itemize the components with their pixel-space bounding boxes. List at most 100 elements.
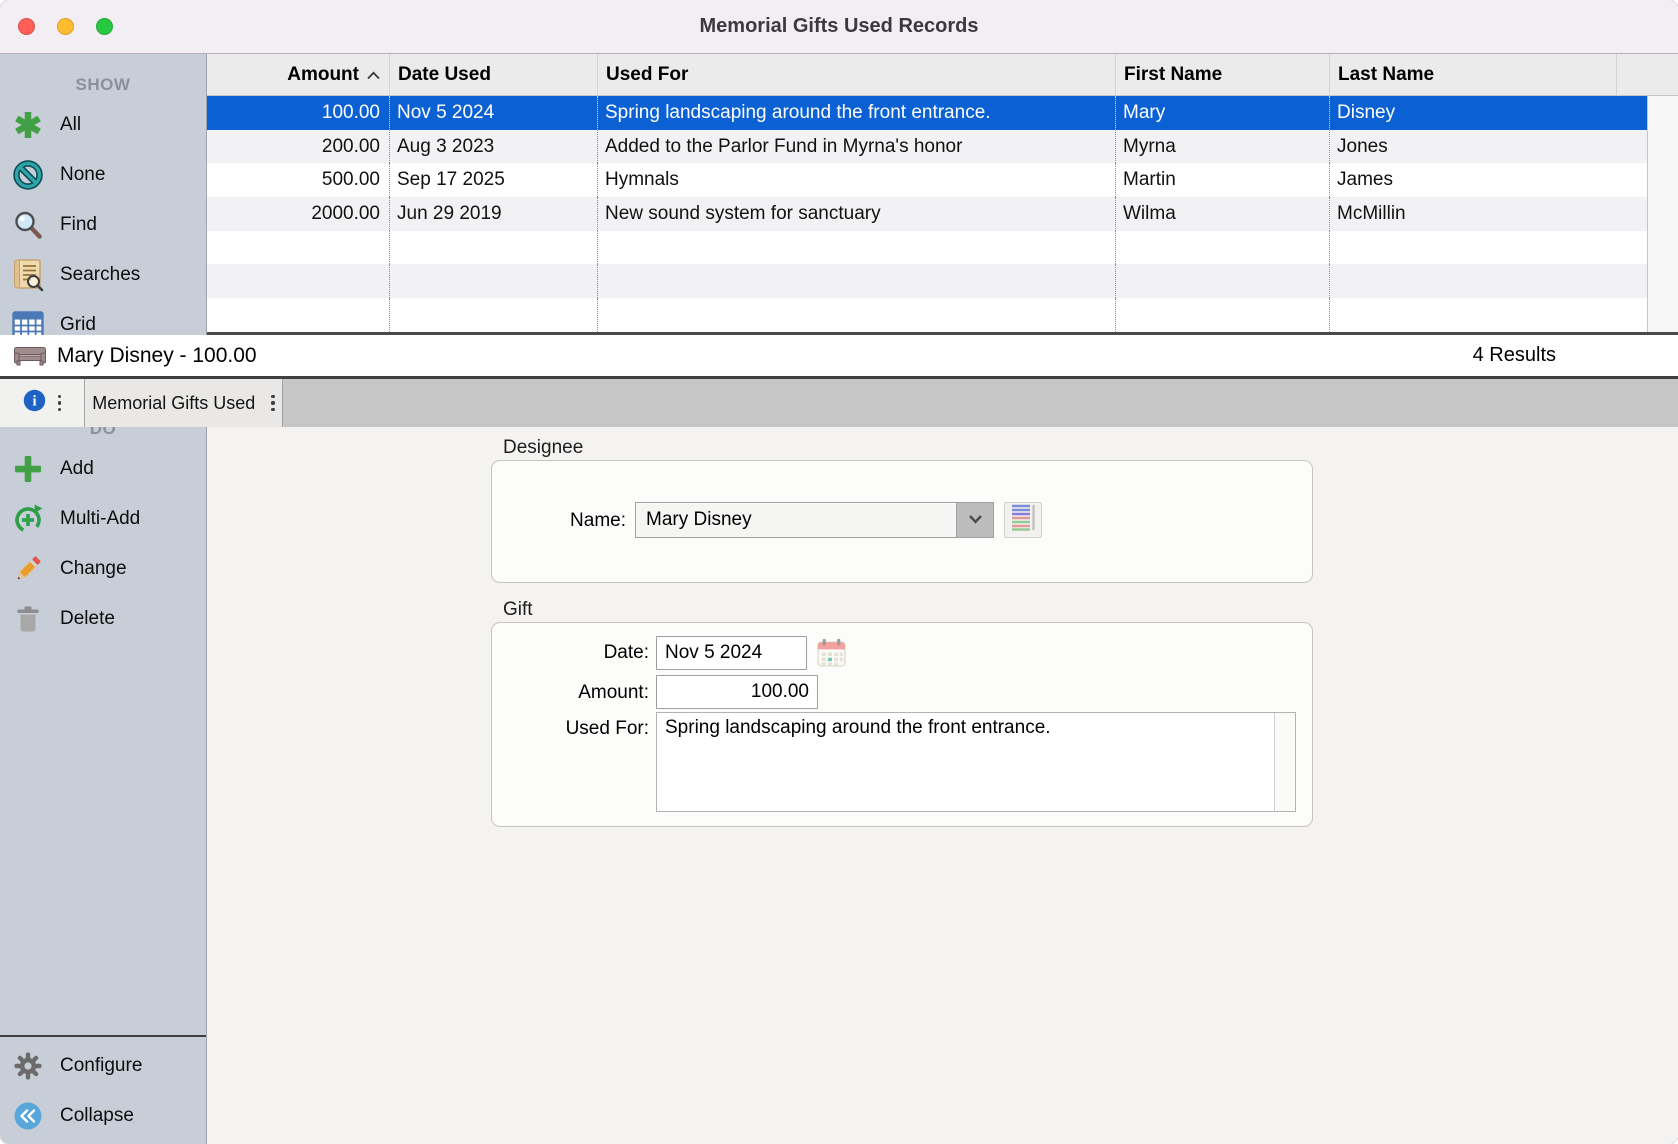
results-count: 4 Results [1473, 344, 1556, 367]
cell-date-used[interactable]: Jun 29 2019 [389, 197, 597, 231]
sidebar-item-change[interactable]: Change [0, 544, 206, 594]
collapse-icon [9, 1101, 47, 1131]
sidebar-item-add[interactable]: Add [0, 444, 206, 494]
table-row-empty[interactable] [207, 264, 1678, 298]
table-row-mary-disney[interactable]: 100.00Nov 5 2024Spring landscaping aroun… [207, 96, 1678, 130]
cell-first-name[interactable]: Wilma [1115, 197, 1329, 231]
sidebar-item-label: None [60, 164, 105, 186]
name-combobox[interactable]: Mary Disney [635, 502, 994, 538]
date-label: Date: [492, 642, 649, 664]
cell-last-name[interactable]: McMillin [1329, 197, 1647, 231]
cell-last-name[interactable]: Jones [1329, 130, 1647, 164]
sidebar-item-label: Add [60, 458, 94, 480]
cell-used-for[interactable]: New sound system for sanctuary [597, 197, 1115, 231]
column-header-used-for[interactable]: Used For [597, 54, 1115, 95]
table-row-myrna-jones[interactable]: 200.00Aug 3 2023Added to the Parlor Fund… [207, 130, 1678, 164]
window-title: Memorial Gifts Used Records [700, 15, 979, 38]
sidebar-item-label: Multi-Add [60, 508, 140, 530]
gift-groupbox: Date: Amount: Used For: Spring landscapi… [491, 622, 1313, 827]
cell-date-used[interactable]: Sep 17 2025 [389, 163, 597, 197]
cell-last-name[interactable] [1329, 231, 1647, 265]
cell-date-used[interactable]: Aug 3 2023 [389, 130, 597, 164]
column-header-date-used[interactable]: Date Used [389, 54, 597, 95]
cell-first-name[interactable]: Myrna [1115, 130, 1329, 164]
column-header-label: Date Used [398, 54, 491, 95]
cell-used-for[interactable]: Spring landscaping around the front entr… [597, 96, 1115, 130]
sidebar-item-label: Configure [60, 1055, 142, 1077]
cell-first-name[interactable] [1115, 298, 1329, 332]
column-header-label: Amount [287, 54, 359, 95]
used-for-label: Used For: [492, 718, 649, 740]
sidebar-section-label-show: SHOW [0, 70, 206, 100]
sidebar-item-label: Collapse [60, 1105, 134, 1127]
gift-legend: Gift [503, 599, 533, 621]
cell-date-used[interactable] [389, 298, 597, 332]
scroll-search-icon [9, 258, 47, 292]
cell-first-name[interactable] [1115, 231, 1329, 265]
close-button[interactable] [18, 18, 35, 35]
cell-date-used[interactable] [389, 264, 597, 298]
cell-amount[interactable]: 200.00 [207, 130, 389, 164]
asterisk-icon [9, 109, 47, 141]
cell-last-name[interactable] [1329, 298, 1647, 332]
name-list-button[interactable] [1004, 502, 1042, 538]
table-row-empty[interactable] [207, 231, 1678, 265]
slash-circle-icon [9, 159, 47, 191]
table-row-martin-james[interactable]: 500.00Sep 17 2025HymnalsMartinJames [207, 163, 1678, 197]
sidebar-item-searches[interactable]: Searches [0, 250, 206, 300]
cell-first-name[interactable]: Martin [1115, 163, 1329, 197]
cell-used-for[interactable] [597, 298, 1115, 332]
name-combobox-dropdown-button[interactable] [956, 503, 993, 537]
sidebar-item-none[interactable]: None [0, 150, 206, 200]
sidebar-item-multi-add[interactable]: Multi-Add [0, 494, 206, 544]
amount-input[interactable] [656, 675, 818, 709]
used-for-textarea[interactable]: Spring landscaping around the front entr… [656, 712, 1296, 812]
tab-menu-icon[interactable] [271, 395, 274, 411]
sidebar-item-configure[interactable]: Configure [0, 1041, 206, 1091]
svg-text:i: i [32, 393, 36, 409]
cell-used-for[interactable] [597, 264, 1115, 298]
cell-last-name[interactable] [1329, 264, 1647, 298]
calendar-icon[interactable] [817, 638, 846, 667]
pew-icon [12, 346, 48, 366]
cell-last-name[interactable]: James [1329, 163, 1647, 197]
column-header-amount[interactable]: Amount [207, 54, 389, 95]
cell-amount[interactable]: 100.00 [207, 96, 389, 130]
sidebar-item-find[interactable]: Find [0, 200, 206, 250]
table-row-wilma-mcmillin[interactable]: 2000.00Jun 29 2019New sound system for s… [207, 197, 1678, 231]
info-icon[interactable]: i [23, 389, 46, 417]
cell-date-used[interactable]: Nov 5 2024 [389, 96, 597, 130]
app-window: Memorial Gifts Used Records SHOWAll None F… [0, 0, 1678, 1144]
zoom-button[interactable] [96, 18, 113, 35]
column-header-first-name[interactable]: First Name [1115, 54, 1329, 95]
cell-date-used[interactable] [389, 231, 597, 265]
traffic-lights [18, 18, 113, 35]
header-gutter [1616, 54, 1647, 95]
cell-amount[interactable]: 500.00 [207, 163, 389, 197]
cell-first-name[interactable]: Mary [1115, 96, 1329, 130]
tab-memorial-gifts-used[interactable]: Memorial Gifts Used [85, 379, 283, 427]
record-list-icon [1010, 503, 1037, 537]
sidebar-item-all[interactable]: All [0, 100, 206, 150]
column-header-last-name[interactable]: Last Name [1329, 54, 1616, 95]
designee-legend: Designee [503, 437, 583, 459]
cell-used-for[interactable]: Added to the Parlor Fund in Myrna's hono… [597, 130, 1115, 164]
status-bar: Mary Disney - 100.00 4 Results [0, 335, 1678, 376]
cell-amount[interactable]: 2000.00 [207, 197, 389, 231]
cell-used-for[interactable]: Hymnals [597, 163, 1115, 197]
more-options-icon[interactable] [58, 395, 61, 411]
multi-add-icon [9, 503, 47, 535]
date-input[interactable] [656, 636, 807, 670]
sidebar-item-collapse[interactable]: Collapse [0, 1091, 206, 1141]
cell-amount[interactable] [207, 231, 389, 265]
cell-first-name[interactable] [1115, 264, 1329, 298]
cell-amount[interactable] [207, 264, 389, 298]
cell-amount[interactable] [207, 298, 389, 332]
sidebar-item-delete[interactable]: Delete [0, 594, 206, 644]
table-row-empty[interactable] [207, 298, 1678, 332]
used-for-scrollbar[interactable] [1274, 713, 1295, 811]
cell-used-for[interactable] [597, 231, 1115, 265]
minimize-button[interactable] [57, 18, 74, 35]
table-body: 100.00Nov 5 2024Spring landscaping aroun… [207, 96, 1678, 332]
cell-last-name[interactable]: Disney [1329, 96, 1647, 130]
